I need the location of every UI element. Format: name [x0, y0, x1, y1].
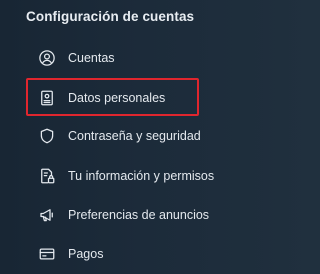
- menu-item-label: Cuentas: [68, 51, 115, 65]
- megaphone-icon: [36, 204, 58, 226]
- menu-item-pagos[interactable]: Pagos: [26, 235, 286, 273]
- document-lock-icon: [36, 165, 58, 187]
- user-circle-icon: [36, 47, 58, 69]
- menu-item-label: Preferencias de anuncios: [68, 208, 210, 222]
- section-title: Configuración de cuentas: [26, 9, 195, 24]
- menu-item-preferencias-anuncios[interactable]: Preferencias de anuncios: [26, 196, 286, 234]
- menu-item-tu-informacion[interactable]: Tu información y permisos: [26, 157, 286, 195]
- id-card-icon: [36, 87, 58, 109]
- menu-item-datos-personales[interactable]: Datos personales: [26, 79, 286, 117]
- menu-item-contrasena-seguridad[interactable]: Contraseña y seguridad: [26, 117, 286, 155]
- menu-item-label: Datos personales: [68, 91, 166, 105]
- menu-item-label: Contraseña y seguridad: [68, 129, 201, 143]
- menu-item-label: Pagos: [68, 247, 104, 261]
- menu-item-label: Tu información y permisos: [68, 169, 215, 183]
- account-settings-panel: Configuración de cuentas Cuentas Datos p…: [0, 0, 300, 274]
- credit-card-icon: [36, 243, 58, 265]
- shield-icon: [36, 125, 58, 147]
- menu-item-cuentas[interactable]: Cuentas: [26, 39, 286, 77]
